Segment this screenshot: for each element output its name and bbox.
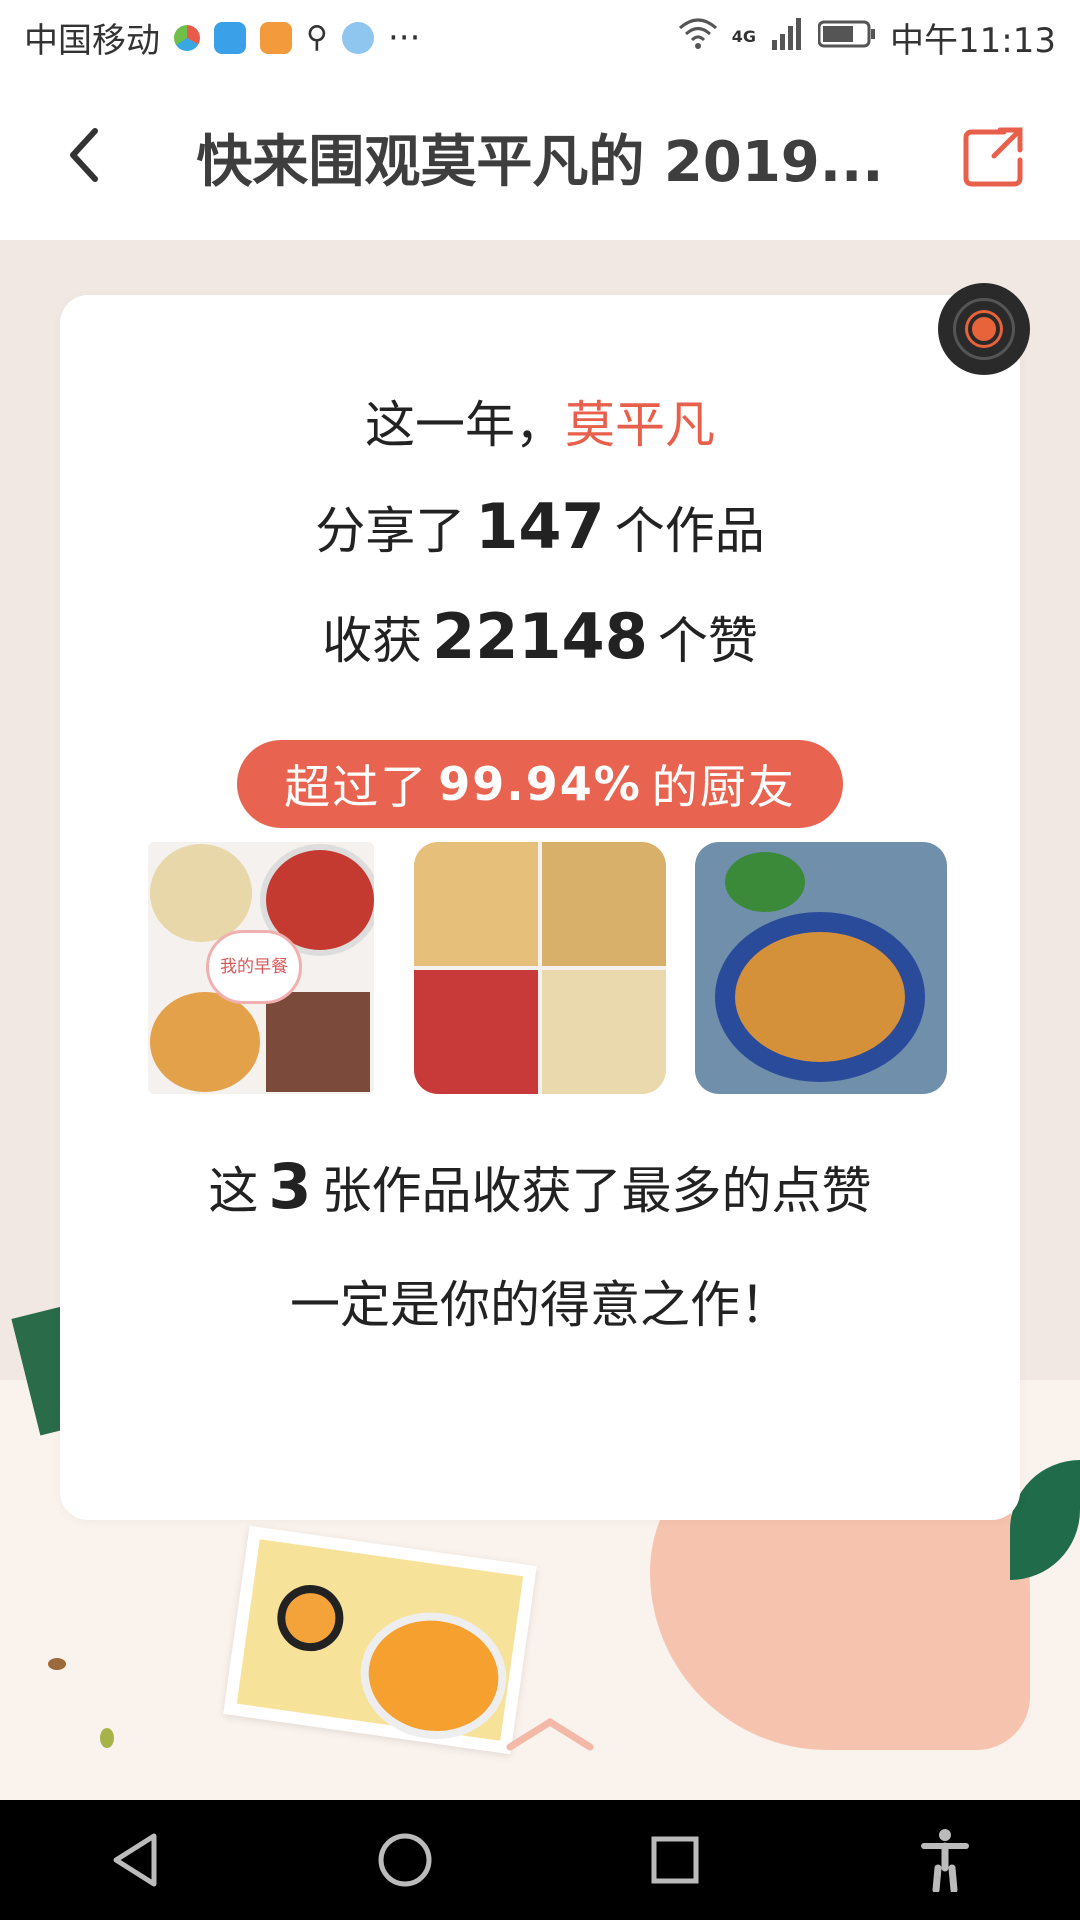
wifi-icon	[678, 16, 718, 59]
scroll-up-hint-icon[interactable]	[500, 1712, 600, 1756]
carrier-label: 中国移动	[24, 21, 160, 61]
nav-accessibility-button[interactable]	[905, 1820, 985, 1900]
battery-icon	[817, 18, 876, 58]
system-nav-bar	[0, 1800, 1080, 1920]
circle-home-icon	[378, 1833, 432, 1887]
video-app-icon	[260, 21, 292, 54]
closing-line: 一定是你的得意之作！	[290, 1276, 790, 1334]
top-work-photo-1[interactable]: 我的早餐	[148, 842, 374, 1094]
more-notifications-icon: ···	[387, 17, 421, 58]
food-photo-decoration	[223, 1525, 537, 1755]
collage-tag-text: 我的早餐	[220, 957, 288, 977]
badge-percent: 99.94%	[438, 757, 642, 811]
likes-line: 收获 22148 个赞	[0, 600, 1080, 673]
intro-text: 这一年，	[365, 396, 565, 454]
accessibility-icon	[921, 1829, 969, 1892]
top-works-caption: 这 3 张作品收获了最多的点赞	[0, 1150, 1080, 1223]
top-suffix: 张作品收获了最多的点赞	[321, 1162, 872, 1220]
signal-icon	[770, 16, 804, 59]
share-button[interactable]	[960, 120, 1030, 190]
cloud-app-icon	[341, 21, 374, 54]
vinyl-record-icon	[953, 298, 1015, 360]
clock-label: 中午11:13	[890, 21, 1056, 61]
triangle-back-icon	[113, 1833, 157, 1887]
works-prefix: 分享了	[315, 502, 466, 560]
collage-label: 我的早餐	[206, 930, 302, 1004]
likes-suffix: 个赞	[657, 612, 758, 670]
ranking-badge: 超过了 99.94% 的厨友	[237, 740, 843, 828]
back-button[interactable]	[50, 120, 120, 190]
year-intro-line: 这一年，莫平凡	[0, 385, 1080, 457]
nav-back-button[interactable]	[95, 1820, 175, 1900]
title-bar: 快来围观莫平凡的 2019...	[0, 75, 1080, 240]
music-toggle-button[interactable]	[938, 283, 1030, 375]
top-count: 3	[268, 1150, 312, 1223]
square-recents-icon	[651, 1836, 699, 1884]
user-name: 莫平凡	[565, 396, 715, 454]
seed-decoration	[100, 1728, 114, 1748]
badge-prefix: 超过了	[284, 760, 429, 814]
nav-recents-button[interactable]	[635, 1820, 715, 1900]
page-title: 快来围观莫平凡的 2019...	[196, 130, 884, 195]
share-icon	[963, 127, 1023, 187]
wifi-share-icon	[214, 21, 246, 54]
app-notification-icon	[174, 24, 200, 51]
works-line: 分享了 147 个作品	[0, 490, 1080, 563]
likes-prefix: 收获	[322, 612, 423, 670]
works-suffix: 个作品	[614, 502, 765, 560]
status-bar: 中国移动 ⚲ ··· 4G 中午11:13	[0, 0, 1080, 75]
badge-suffix: 的厨友	[651, 760, 796, 814]
chevron-left-icon	[70, 128, 98, 182]
top-work-photo-2[interactable]	[414, 842, 666, 1094]
seed-decoration	[48, 1658, 66, 1670]
status-right: 4G 中午11:13	[678, 13, 1056, 62]
top-prefix: 这	[208, 1162, 259, 1220]
likes-count: 22148	[432, 600, 648, 673]
top-work-photo-3[interactable]	[695, 842, 947, 1094]
network-type-label: 4G	[731, 27, 757, 46]
nav-home-button[interactable]	[365, 1820, 445, 1900]
key-icon: ⚲	[306, 20, 328, 55]
works-count: 147	[475, 490, 605, 563]
status-left: 中国移动 ⚲ ···	[24, 13, 420, 62]
